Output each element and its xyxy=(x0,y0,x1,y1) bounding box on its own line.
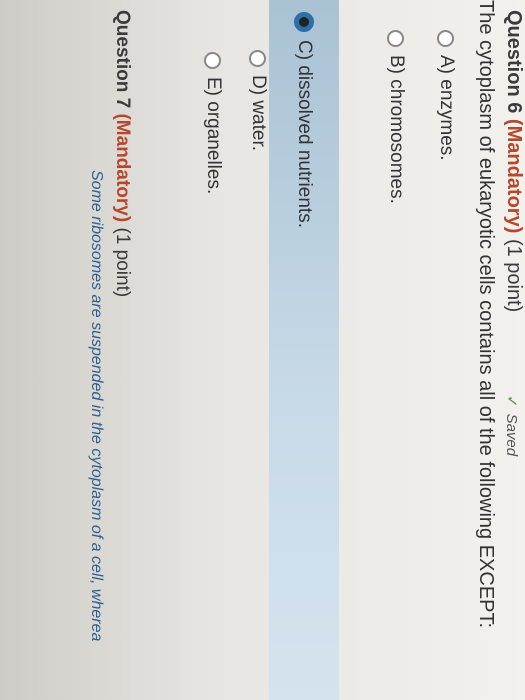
quiz-page: Question 6 (Mandatory) (1 point) ✓Saved … xyxy=(0,0,525,700)
choice-d[interactable]: D) water. xyxy=(241,50,275,151)
radio-c-selected[interactable] xyxy=(294,12,314,32)
choice-b[interactable]: B) chromosomes. xyxy=(379,30,413,204)
saved-status: ✓ Saved xyxy=(503,395,521,456)
radio-b[interactable] xyxy=(387,30,405,47)
radio-e[interactable] xyxy=(204,52,222,69)
question-7-text: Some ribosomes are suspended in the cyto… xyxy=(88,170,105,642)
saved-label: Saved xyxy=(503,413,520,457)
question-6-number: Question 6 xyxy=(503,10,525,114)
radio-a[interactable] xyxy=(437,30,455,47)
choice-a[interactable]: A) enzymes. xyxy=(429,30,463,161)
question-7-mandatory: (Mandatory) xyxy=(112,113,133,223)
question-6-points: (1 point) xyxy=(503,238,525,313)
choice-c[interactable]: C) dissolved nutrients. xyxy=(287,12,321,228)
choice-e-label: E) organelles. xyxy=(203,77,224,195)
choice-b-label: B) chromosomes. xyxy=(386,55,407,204)
choice-e[interactable]: E) organelles. xyxy=(196,52,230,194)
choice-a-label: A) enzymes. xyxy=(436,55,457,161)
question-6-text: The cytoplasm of eukaryotic cells contai… xyxy=(475,0,497,629)
choice-d-label: D) water. xyxy=(248,75,269,152)
photo-frame: Question 6 (Mandatory) (1 point) ✓Saved … xyxy=(0,0,525,700)
question-6-title: Question 6 (Mandatory) (1 point) xyxy=(502,10,525,312)
question-7-points: (1 point) xyxy=(112,227,133,298)
check-icon: ✓ xyxy=(503,395,520,408)
question-7-number: Question 7 xyxy=(112,10,133,109)
radio-d[interactable] xyxy=(249,50,267,67)
question-6-mandatory: (Mandatory) xyxy=(503,118,525,234)
choice-c-label: C) dissolved nutrients. xyxy=(294,40,315,228)
question-7-title: Question 7 (Mandatory) (1 point) xyxy=(111,10,133,297)
